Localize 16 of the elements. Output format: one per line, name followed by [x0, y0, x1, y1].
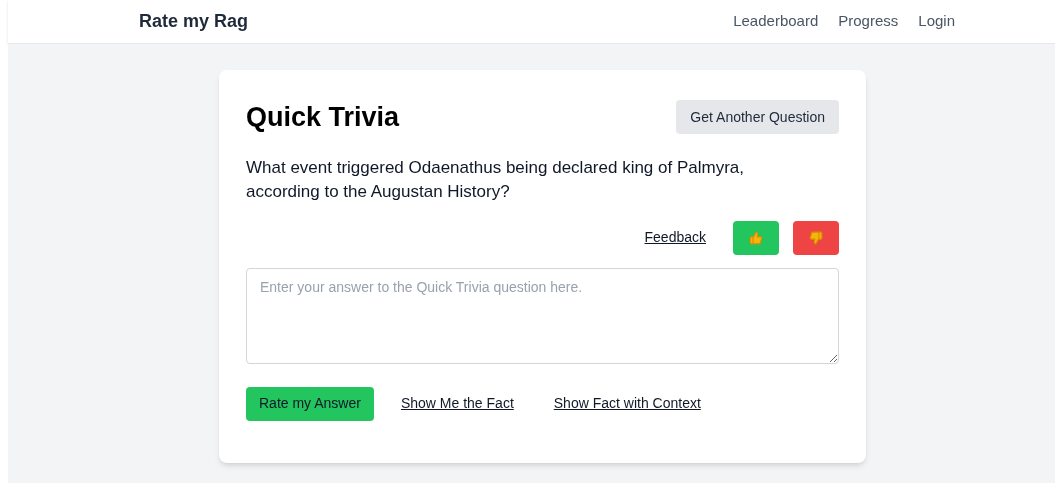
- thumbs-up-icon: [749, 230, 763, 245]
- feedback-link[interactable]: Feedback: [644, 227, 706, 248]
- thumbs-up-button[interactable]: [733, 220, 779, 255]
- nav-link[interactable]: Progress: [838, 10, 899, 33]
- fact-link[interactable]: Show Me the Fact: [400, 393, 514, 414]
- answer-field[interactable]: Enter your answer to the Quick Trivia question here.: [246, 267, 839, 364]
- nav-link[interactable]: Login: [918, 10, 955, 33]
- rate-answer-button[interactable]: Rate my Answer: [246, 386, 374, 421]
- thumbs-down-button[interactable]: [793, 220, 839, 255]
- thumbs-down-icon: [809, 230, 823, 245]
- brand-title[interactable]: Rate my Rag: [139, 8, 249, 35]
- card-title: Quick Trivia: [246, 101, 400, 134]
- nav-link[interactable]: Leaderboard: [733, 10, 819, 33]
- fact-link[interactable]: Show Fact with Context: [553, 393, 701, 414]
- new-question-button[interactable]: Get Another Question: [676, 100, 839, 135]
- question-text: What event triggered Odaenathus being declared king of Palmyra, according to the Augustan History?: [246, 156, 745, 203]
